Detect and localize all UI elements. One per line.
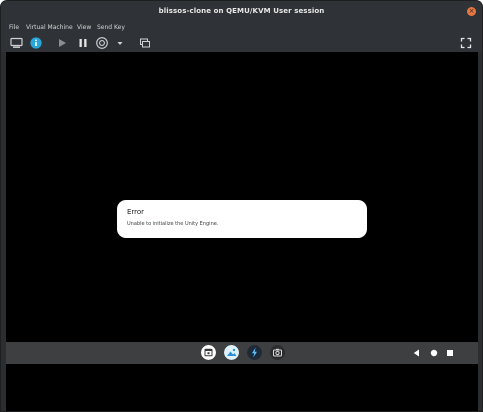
menu-bar: File Virtual Machine View Send Key bbox=[1, 22, 482, 34]
dialog-message: Unable to initialize the Unity Engine. bbox=[127, 221, 219, 227]
camera-app-icon[interactable] bbox=[270, 345, 285, 360]
menu-virtual-machine[interactable]: Virtual Machine bbox=[26, 22, 73, 34]
close-window-button[interactable]: × bbox=[467, 7, 476, 16]
error-dialog: Error Unable to initialize the Unity Eng… bbox=[117, 200, 367, 238]
vm-display[interactable]: Error Unable to initialize the Unity Eng… bbox=[6, 52, 478, 411]
window-title: blissos-clone on QEMU/KVM User session bbox=[158, 7, 325, 15]
vm-window: blissos-clone on QEMU/KVM User session ×… bbox=[1, 1, 482, 411]
info-icon[interactable] bbox=[30, 37, 42, 49]
menu-send-key[interactable]: Send Key bbox=[97, 22, 125, 34]
pause-icon[interactable] bbox=[77, 37, 89, 49]
recents-icon[interactable] bbox=[446, 349, 454, 357]
power-icon[interactable] bbox=[96, 37, 108, 49]
back-icon[interactable] bbox=[413, 349, 420, 357]
toolbar bbox=[1, 34, 482, 52]
gallery-app-icon[interactable] bbox=[224, 345, 239, 360]
android-navigation-bar bbox=[6, 342, 478, 364]
play-icon[interactable] bbox=[57, 37, 67, 49]
monitor-icon[interactable] bbox=[10, 37, 23, 49]
title-bar: blissos-clone on QEMU/KVM User session × bbox=[1, 1, 482, 22]
calendar-app-icon[interactable] bbox=[201, 345, 216, 360]
snapshots-icon[interactable] bbox=[139, 37, 151, 49]
fullscreen-icon[interactable] bbox=[460, 37, 472, 49]
dropdown-arrow-icon[interactable] bbox=[116, 37, 124, 49]
home-icon[interactable] bbox=[430, 349, 438, 357]
flash-app-icon[interactable] bbox=[247, 345, 262, 360]
menu-file[interactable]: File bbox=[9, 22, 19, 34]
dialog-title: Error bbox=[127, 208, 145, 216]
menu-view[interactable]: View bbox=[77, 22, 91, 34]
